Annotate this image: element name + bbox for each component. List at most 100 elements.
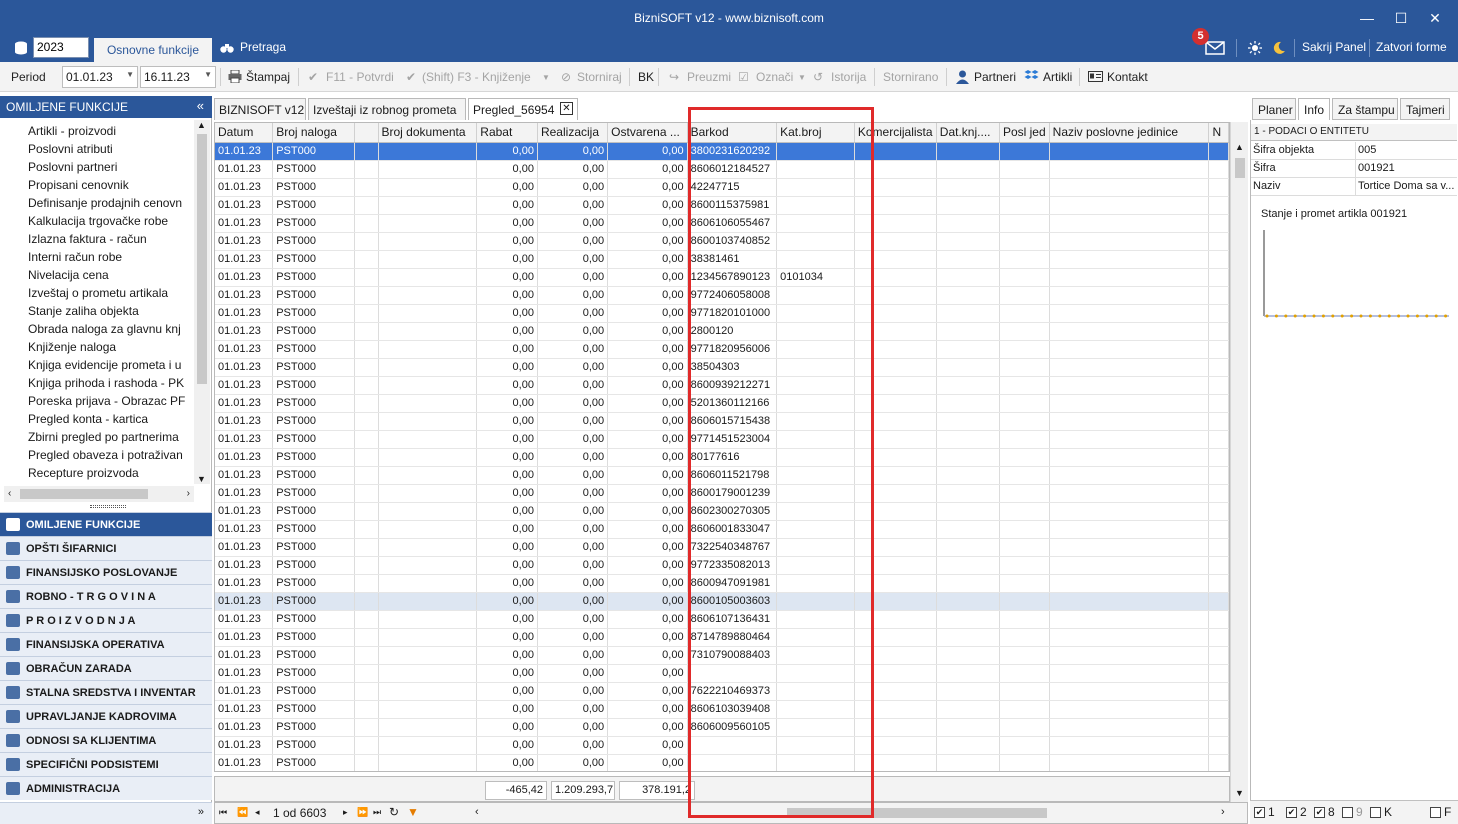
table-cell[interactable]: 0,00 — [476, 718, 538, 737]
table-cell[interactable] — [378, 664, 478, 683]
table-cell[interactable] — [354, 196, 379, 215]
filter-icon[interactable]: ▼ — [407, 805, 419, 819]
table-cell[interactable] — [378, 484, 478, 503]
table-cell[interactable]: 0,00 — [537, 754, 609, 771]
table-cell[interactable]: 0,00 — [607, 682, 688, 701]
table-cell[interactable] — [936, 268, 1000, 287]
table-cell[interactable]: 0,00 — [607, 394, 688, 413]
table-cell[interactable] — [854, 160, 937, 179]
table-cell[interactable]: 0,00 — [537, 520, 609, 539]
favorite-item[interactable]: Nivelacija cena — [28, 268, 192, 282]
table-cell[interactable] — [854, 664, 937, 683]
table-cell[interactable]: 7322540348767 — [687, 538, 778, 557]
table-cell[interactable] — [854, 304, 937, 323]
filter-checkbox[interactable] — [1342, 807, 1353, 818]
table-cell[interactable] — [854, 394, 937, 413]
close-forms-button[interactable]: Zatvori forme — [1376, 40, 1447, 54]
table-cell[interactable] — [776, 358, 855, 377]
favorite-item[interactable]: Knjiga evidencije prometa i u — [28, 358, 192, 372]
table-cell[interactable] — [1208, 196, 1229, 215]
table-row[interactable]: 01.01.23 PST000 0,00 0,00 0,00 8606015715438 — [215, 412, 1229, 431]
table-cell[interactable]: 0,00 — [537, 196, 609, 215]
table-cell[interactable] — [1208, 682, 1229, 701]
grid-vscroll[interactable]: ▲ ▼ — [1230, 122, 1248, 802]
table-cell[interactable]: 0,00 — [476, 682, 538, 701]
table-cell[interactable] — [999, 718, 1050, 737]
table-cell[interactable] — [354, 358, 379, 377]
table-cell[interactable]: 0,00 — [607, 250, 688, 269]
table-cell[interactable]: 01.01.23 — [215, 340, 274, 359]
table-cell[interactable]: 0,00 — [607, 160, 688, 179]
table-cell[interactable]: 9772406058008 — [687, 286, 778, 305]
table-cell[interactable] — [1208, 214, 1229, 233]
table-cell[interactable] — [776, 718, 855, 737]
table-cell[interactable] — [854, 538, 937, 557]
table-cell[interactable] — [854, 682, 937, 701]
scroll-right-icon[interactable]: › — [187, 488, 190, 499]
table-cell[interactable]: 0,00 — [607, 718, 688, 737]
scroll-up-icon[interactable]: ▲ — [1235, 142, 1244, 152]
table-cell[interactable]: 0,00 — [476, 538, 538, 557]
table-row[interactable]: 01.01.23 PST000 0,00 0,00 0,00 8606001833047 — [215, 520, 1229, 539]
table-cell[interactable]: PST000 — [272, 484, 356, 503]
table-cell[interactable]: PST000 — [272, 394, 356, 413]
table-cell[interactable]: 7310790088403 — [687, 646, 778, 665]
table-row[interactable]: 01.01.23 PST000 0,00 0,00 0,00 7310790088403 — [215, 646, 1229, 665]
chevron-down-icon[interactable]: ▼ — [126, 70, 134, 79]
table-cell[interactable] — [999, 376, 1050, 395]
doc-tab-pregled[interactable]: Pregled_56954 ✕ — [468, 98, 578, 120]
table-cell[interactable] — [378, 196, 478, 215]
column-header[interactable]: Datum — [215, 123, 274, 143]
table-row[interactable]: 01.01.23 PST000 0,00 0,00 0,00 8606009560105 — [215, 718, 1229, 737]
table-row[interactable]: 01.01.23 PST000 0,00 0,00 0,00 38381461 — [215, 250, 1229, 269]
table-cell[interactable]: PST000 — [272, 610, 356, 629]
table-cell[interactable] — [378, 142, 478, 161]
table-cell[interactable] — [1049, 250, 1210, 269]
table-cell[interactable] — [854, 232, 937, 251]
column-header[interactable]: Dat.knj.... — [936, 123, 1000, 143]
table-cell[interactable]: 0,00 — [607, 538, 688, 557]
column-header[interactable]: Kat.broj — [776, 123, 855, 143]
table-cell[interactable] — [1049, 268, 1210, 287]
table-cell[interactable]: 0,00 — [476, 520, 538, 539]
table-cell[interactable] — [354, 250, 379, 269]
table-cell[interactable]: 8606015715438 — [687, 412, 778, 431]
table-cell[interactable]: 0,00 — [476, 358, 538, 377]
table-cell[interactable] — [354, 160, 379, 179]
table-cell[interactable]: PST000 — [272, 520, 356, 539]
table-cell[interactable]: 01.01.23 — [215, 538, 274, 557]
table-cell[interactable]: 0,00 — [537, 448, 609, 467]
table-cell[interactable] — [854, 592, 937, 611]
table-row[interactable]: 01.01.23 PST000 0,00 0,00 0,00 2800120 — [215, 322, 1229, 341]
table-cell[interactable] — [776, 610, 855, 629]
table-cell[interactable]: 0,00 — [537, 736, 609, 755]
favorite-item[interactable]: Pregled konta - kartica — [28, 412, 192, 426]
date-from-field[interactable]: 01.01.23 ▼ — [62, 66, 138, 88]
table-cell[interactable] — [776, 700, 855, 719]
collapse-icon[interactable]: « — [197, 98, 204, 113]
table-cell[interactable] — [354, 430, 379, 449]
table-cell[interactable] — [936, 142, 1000, 161]
tab-pretraga[interactable]: Pretraga — [240, 40, 286, 54]
favorite-item[interactable]: Izlazna faktura - račun — [28, 232, 192, 246]
table-cell[interactable]: 01.01.23 — [215, 268, 274, 287]
table-cell[interactable]: 01.01.23 — [215, 574, 274, 593]
table-cell[interactable]: 01.01.23 — [215, 484, 274, 503]
table-cell[interactable] — [378, 610, 478, 629]
table-cell[interactable] — [1049, 538, 1210, 557]
table-cell[interactable] — [1208, 466, 1229, 485]
table-cell[interactable]: 0,00 — [607, 610, 688, 629]
table-cell[interactable] — [854, 718, 937, 737]
table-cell[interactable]: PST000 — [272, 682, 356, 701]
table-cell[interactable] — [936, 376, 1000, 395]
table-cell[interactable] — [1049, 574, 1210, 593]
table-row[interactable]: 01.01.23 PST000 0,00 0,00 0,00 — [215, 754, 1229, 771]
table-cell[interactable] — [936, 322, 1000, 341]
table-cell[interactable]: 8600105003603 — [687, 592, 778, 611]
table-cell[interactable]: 0,00 — [537, 214, 609, 233]
table-cell[interactable] — [776, 448, 855, 467]
table-cell[interactable] — [1049, 682, 1210, 701]
table-row[interactable]: 01.01.23 PST000 0,00 0,00 0,00 9771820101000 — [215, 304, 1229, 323]
table-cell[interactable] — [1049, 502, 1210, 521]
table-cell[interactable] — [999, 448, 1050, 467]
